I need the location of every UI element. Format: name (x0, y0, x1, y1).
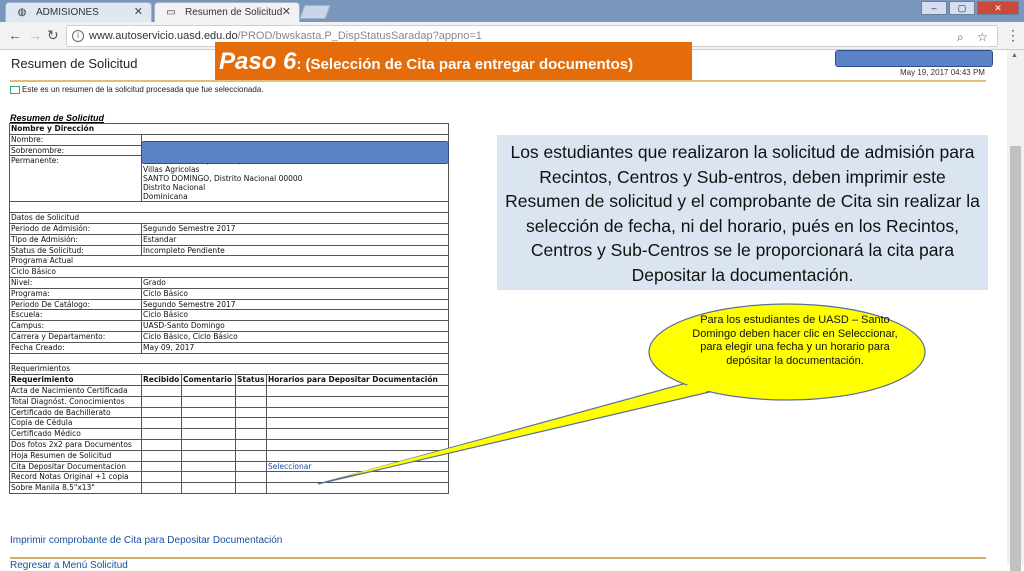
scrollbar[interactable]: ▲ (1007, 50, 1024, 571)
bubble-join (330, 380, 733, 480)
back-to-menu-link[interactable]: Regresar a Menú Solicitud (10, 560, 128, 571)
scroll-up-icon[interactable]: ▲ (1011, 52, 1018, 59)
divider (10, 557, 986, 559)
print-appointment-link[interactable]: Imprimir comprobante de Cita para Deposi… (10, 535, 282, 546)
speech-bubble (317, 303, 926, 485)
scroll-thumb[interactable] (1010, 146, 1021, 571)
bubble-text: Para los estudiantes de UASD – Santo Dom… (692, 314, 898, 367)
